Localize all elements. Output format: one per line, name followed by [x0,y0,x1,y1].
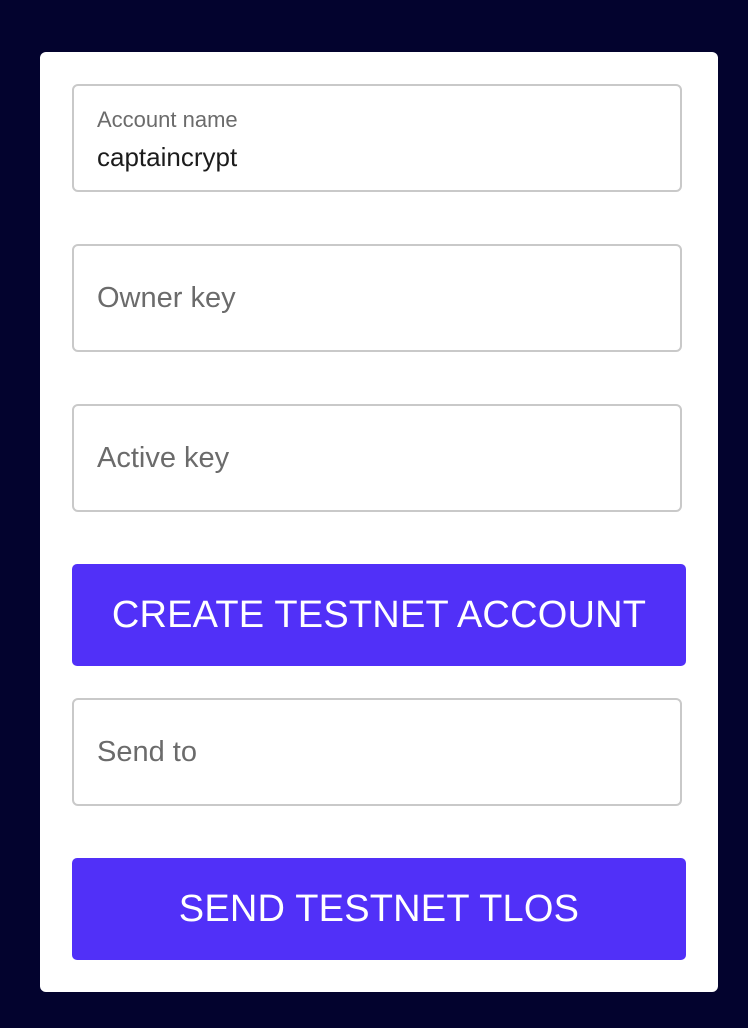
faucet-card: Account name CREATE TESTNET ACCOUNT SEND… [40,52,718,992]
account-name-input[interactable] [97,142,657,173]
owner-key-input[interactable] [97,246,657,350]
send-to-field[interactable] [72,698,682,806]
send-testnet-tlos-button[interactable]: SEND TESTNET TLOS [72,858,686,960]
active-key-field[interactable] [72,404,682,512]
active-key-input[interactable] [97,406,657,510]
account-name-field[interactable]: Account name [72,84,682,192]
create-testnet-account-button[interactable]: CREATE TESTNET ACCOUNT [72,564,686,666]
send-to-input[interactable] [97,700,657,804]
owner-key-field[interactable] [72,244,682,352]
account-name-label: Account name [97,107,238,132]
